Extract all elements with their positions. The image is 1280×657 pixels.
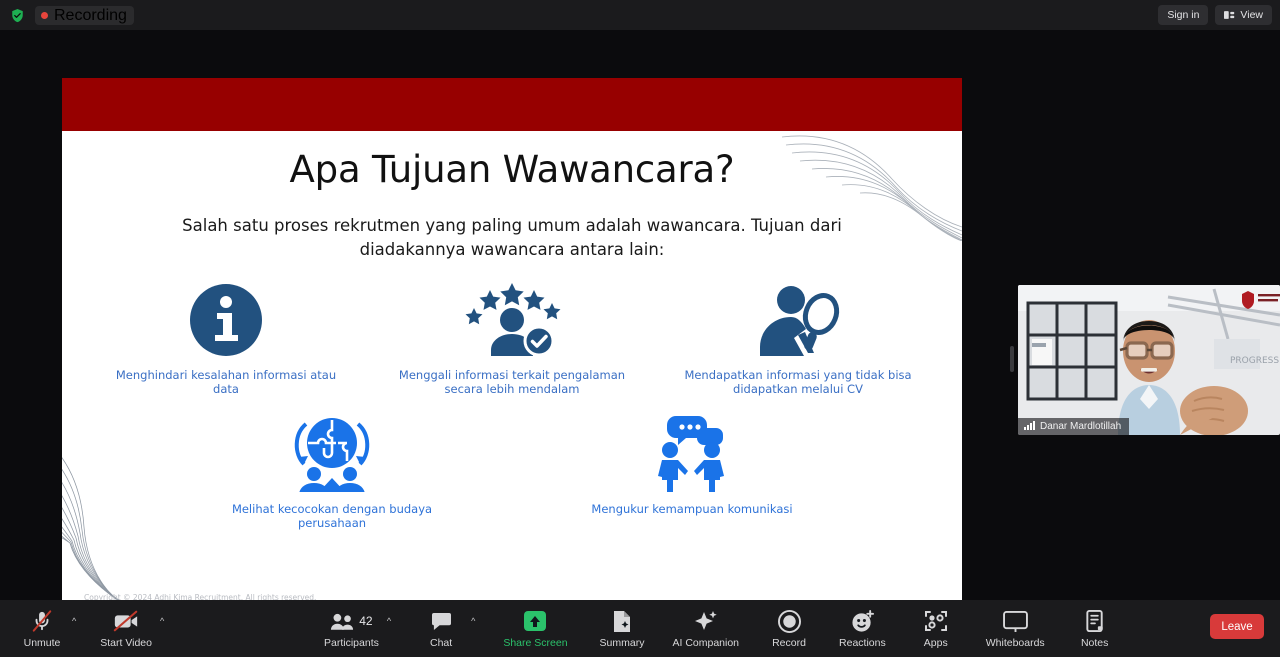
start-video-button[interactable]: Start Video bbox=[94, 608, 158, 649]
notes-label: Notes bbox=[1080, 637, 1109, 649]
participant-name: Danar Mardlotillah bbox=[1040, 421, 1122, 432]
svg-text:PROGRESS: PROGRESS bbox=[1230, 356, 1279, 366]
record-circle-icon bbox=[777, 608, 801, 634]
benefit-caption: Menggali informasi terkait pengalaman se… bbox=[398, 368, 626, 397]
apps-button[interactable]: Apps bbox=[908, 608, 964, 649]
benefit-item: Mendapatkan informasi yang tidak bisa di… bbox=[683, 274, 913, 396]
view-button[interactable]: View bbox=[1215, 5, 1272, 25]
participants-options-chevron-icon[interactable]: ^ bbox=[387, 616, 391, 626]
recording-indicator[interactable]: Recording bbox=[35, 6, 134, 25]
two-people-chat-icon bbox=[652, 408, 732, 492]
page-title: Apa Tujuan Wawancara? bbox=[289, 148, 735, 191]
share-screen-icon bbox=[523, 608, 547, 634]
unmute-button[interactable]: Unmute bbox=[14, 608, 70, 649]
ai-companion-label: AI Companion bbox=[672, 637, 740, 649]
ai-companion-button[interactable]: AI Companion bbox=[666, 608, 745, 649]
shared-screen-stage: Apa Tujuan Wawancara? Salah satu proses … bbox=[0, 30, 1280, 611]
benefits-row-2: Melihat kecocokan dengan budaya perusaha… bbox=[62, 408, 962, 530]
benefit-item: Mengukur kemampuan komunikasi bbox=[577, 408, 807, 530]
signal-bars-icon bbox=[1024, 420, 1035, 433]
slide-subtitle: Salah satu proses rekrutmen yang paling … bbox=[182, 216, 842, 259]
leave-label: Leave bbox=[1221, 620, 1253, 633]
slide-header-band bbox=[62, 78, 962, 131]
whiteboards-button[interactable]: Whiteboards bbox=[980, 608, 1051, 649]
toolbar-left-group: Unmute ^ Start Video ^ bbox=[14, 608, 164, 649]
record-label: Record bbox=[772, 637, 806, 649]
top-bar: Recording Sign in View bbox=[0, 0, 1280, 30]
start-video-label: Start Video bbox=[100, 637, 152, 649]
recording-dot-icon bbox=[41, 12, 48, 19]
top-right-controls: Sign in View bbox=[1158, 5, 1272, 25]
microphone-muted-icon bbox=[31, 608, 53, 634]
reactions-button[interactable]: Reactions bbox=[833, 608, 892, 649]
zoom-meeting-window: Recording Sign in View Apa Tujuan Wawanc… bbox=[0, 0, 1280, 657]
chat-button[interactable]: Chat bbox=[413, 608, 469, 649]
summary-button[interactable]: Summary bbox=[594, 608, 651, 649]
participants-label: Participants bbox=[324, 637, 379, 649]
benefit-item: Melihat kecocokan dengan budaya perusaha… bbox=[217, 408, 447, 530]
reactions-smiley-icon bbox=[851, 608, 874, 634]
record-button[interactable]: Record bbox=[761, 608, 817, 649]
summary-doc-icon bbox=[612, 608, 632, 634]
participant-name-badge: Danar Mardlotillah bbox=[1018, 418, 1130, 435]
chat-options-chevron-icon[interactable]: ^ bbox=[471, 616, 475, 626]
recording-label: Recording bbox=[54, 6, 127, 24]
share-screen-button[interactable]: Share Screen bbox=[497, 608, 573, 649]
whiteboard-icon bbox=[1002, 608, 1028, 634]
benefits-row-1: Menghindari kesalahan informasi atau dat… bbox=[62, 274, 962, 396]
toolbar-center-group: 42 Participants ^ Chat ^ Share Screen Su… bbox=[318, 608, 1123, 649]
person-stars-check-icon bbox=[463, 274, 561, 358]
layout-view-icon bbox=[1224, 10, 1235, 20]
selfview-drag-handle[interactable] bbox=[1010, 346, 1014, 372]
view-label: View bbox=[1240, 9, 1263, 21]
benefit-caption: Mendapatkan informasi yang tidak bisa di… bbox=[684, 368, 912, 397]
whiteboards-label: Whiteboards bbox=[985, 637, 1045, 649]
apps-label: Apps bbox=[923, 637, 948, 649]
notes-button[interactable]: Notes bbox=[1067, 608, 1123, 649]
unmute-label: Unmute bbox=[23, 637, 61, 649]
participants-button[interactable]: 42 Participants bbox=[318, 608, 385, 649]
participants-icon: 42 bbox=[330, 608, 373, 634]
participant-video-feed: PROGRESS bbox=[1018, 285, 1280, 435]
apps-icon bbox=[924, 608, 947, 634]
self-view-video-tile[interactable]: PROGRESS Danar Mardlotillah bbox=[1018, 285, 1280, 435]
summary-label: Summary bbox=[599, 637, 645, 649]
puzzle-globe-people-icon bbox=[290, 408, 374, 492]
leave-button[interactable]: Leave bbox=[1210, 614, 1264, 639]
audio-options-chevron-icon[interactable]: ^ bbox=[72, 616, 76, 626]
benefit-caption: Menghindari kesalahan informasi atau dat… bbox=[115, 368, 337, 397]
benefit-item: Menggali informasi terkait pengalaman se… bbox=[397, 274, 627, 396]
notes-icon bbox=[1085, 608, 1105, 634]
ai-sparkle-icon bbox=[694, 608, 718, 634]
sign-in-button[interactable]: Sign in bbox=[1158, 5, 1209, 25]
video-options-chevron-icon[interactable]: ^ bbox=[160, 616, 164, 626]
share-screen-label: Share Screen bbox=[503, 637, 568, 649]
benefit-item: Menghindari kesalahan informasi atau dat… bbox=[111, 274, 341, 396]
sign-in-label: Sign in bbox=[1167, 9, 1200, 21]
benefit-caption: Mengukur kemampuan komunikasi bbox=[591, 502, 793, 516]
video-off-icon bbox=[113, 608, 139, 634]
person-magnifier-icon bbox=[751, 274, 845, 358]
benefit-caption: Melihat kecocokan dengan budaya perusaha… bbox=[231, 502, 433, 531]
info-circle-icon bbox=[188, 274, 264, 358]
reactions-label: Reactions bbox=[839, 637, 886, 649]
participants-count: 42 bbox=[359, 614, 373, 628]
presentation-slide: Apa Tujuan Wawancara? Salah satu proses … bbox=[62, 78, 962, 611]
chat-icon bbox=[431, 608, 452, 634]
chat-label: Chat bbox=[430, 637, 453, 649]
shield-check-icon[interactable] bbox=[10, 8, 25, 23]
meeting-toolbar: Unmute ^ Start Video ^ 42 Participants ^… bbox=[0, 600, 1280, 657]
